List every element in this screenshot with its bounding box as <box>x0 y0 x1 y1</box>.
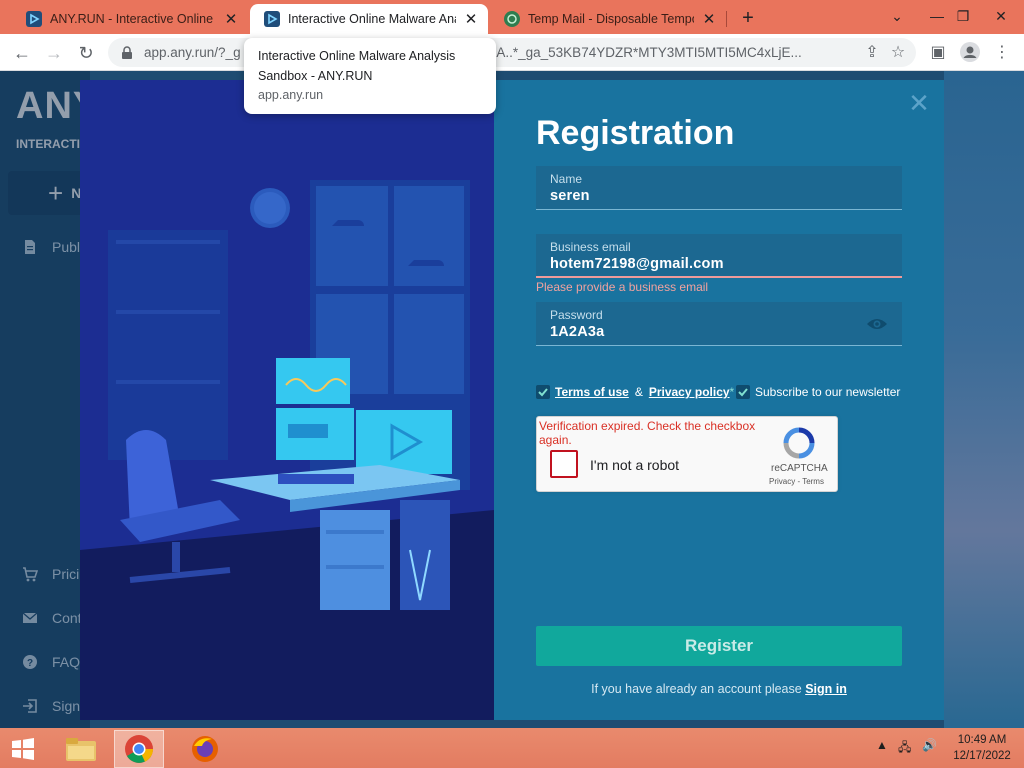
signin-prompt: If you have already an account please Si… <box>494 682 944 696</box>
chrome-taskbar-button[interactable] <box>114 730 164 768</box>
background-graphic <box>944 71 1024 728</box>
terms-checkbox[interactable] <box>536 385 550 399</box>
anyrun-favicon-icon <box>264 11 280 27</box>
profile-icon[interactable] <box>956 38 984 66</box>
tab-title: ANY.RUN - Interactive Online Ma <box>50 12 216 26</box>
new-tab-button[interactable]: + <box>736 6 760 30</box>
address-bar[interactable]: app.any.run/?_g 5MTI5MA..*_ga_53KB74YDZR… <box>108 38 916 67</box>
back-icon[interactable]: ← <box>8 39 36 67</box>
close-tab-icon[interactable]: ✕ <box>222 10 240 28</box>
tab-title: Interactive Online Malware Analy <box>288 12 456 26</box>
tab-interactive-analysis[interactable]: Interactive Online Malware Analy ✕ <box>250 4 488 34</box>
windows-start-icon[interactable] <box>6 734 40 764</box>
signin-text: If you have already an account please <box>591 682 802 696</box>
recaptcha-privacy-terms-link[interactable]: Privacy - Terms <box>769 477 824 486</box>
side-panel-icon[interactable]: ▣ <box>924 38 952 66</box>
registration-form: ✕ Registration Name seren Business email… <box>494 80 944 720</box>
recaptcha-brand: reCAPTCHA <box>771 463 828 474</box>
firefox-taskbar-button[interactable] <box>180 730 230 768</box>
terms-ampersand: & <box>634 385 643 399</box>
close-modal-icon[interactable]: ✕ <box>908 90 930 116</box>
privacy-policy-link[interactable]: Privacy policy <box>649 385 730 399</box>
tab-search-icon[interactable]: ⌄ <box>880 2 914 30</box>
newsletter-checkbox[interactable] <box>736 385 750 399</box>
close-tab-icon[interactable]: ✕ <box>462 10 480 28</box>
lock-icon <box>122 45 132 59</box>
name-label: Name <box>550 172 583 186</box>
name-field[interactable]: Name seren <box>536 166 902 210</box>
reload-icon[interactable]: ↻ <box>72 39 100 67</box>
folder-icon <box>66 738 96 761</box>
show-password-eye-icon[interactable] <box>866 316 888 332</box>
register-button[interactable]: Register <box>536 626 902 666</box>
tab-hover-card: Interactive Online Malware Analysis Sand… <box>244 38 496 114</box>
show-hidden-icons-icon[interactable]: ▲ <box>876 738 888 752</box>
restore-icon[interactable]: ❐ <box>946 2 980 30</box>
tab-separator <box>726 11 727 27</box>
business-email-field[interactable]: Business email hotem72198@gmail.com <box>536 234 902 278</box>
newsletter-label: Subscribe to our newsletter <box>755 385 901 399</box>
clock-time: 10:49 AM <box>957 734 1007 746</box>
email-value: hotem72198@gmail.com <box>550 256 724 272</box>
chrome-icon <box>125 735 154 763</box>
temp-mail-favicon-icon <box>504 11 520 27</box>
firefox-icon <box>192 736 218 762</box>
sign-in-link[interactable]: Sign in <box>805 682 847 696</box>
avatar <box>960 42 980 62</box>
terms-checkbox-row: Terms of use & Privacy policy * <box>536 385 734 399</box>
menu-kebab-icon[interactable]: ⋮ <box>988 38 1016 66</box>
page-title: Registration <box>536 114 735 152</box>
recaptcha-logo-icon <box>783 427 815 459</box>
terms-of-use-link[interactable]: Terms of use <box>555 385 629 399</box>
tab-strip: ANY.RUN - Interactive Online Ma ✕ Intera… <box>0 0 1024 34</box>
close-window-icon[interactable]: ✕ <box>984 2 1018 30</box>
illustration-art <box>80 80 494 720</box>
clock-date: 12/17/2022 <box>953 750 1011 762</box>
close-tab-icon[interactable]: ✕ <box>700 10 718 28</box>
volume-icon[interactable]: 🔊 <box>922 738 937 752</box>
password-label: Password <box>550 308 603 322</box>
workspace-illustration <box>80 80 494 720</box>
system-clock[interactable]: 10:49 AM 12/17/2022 <box>950 732 1014 764</box>
tab-temp-mail[interactable]: Temp Mail - Disposable Tempora ✕ <box>490 4 726 34</box>
bookmark-star-icon[interactable]: ☆ <box>884 38 912 66</box>
email-error-message: Please provide a business email <box>536 280 709 294</box>
file-explorer-taskbar-button[interactable] <box>56 730 106 768</box>
registration-modal: ✕ Registration Name seren Business email… <box>80 80 944 720</box>
email-label: Business email <box>550 240 631 254</box>
network-icon[interactable]: 🖧 <box>898 738 911 759</box>
browser-toolbar: ← → ↻ app.any.run/?_g 5MTI5MA..*_ga_53KB… <box>0 34 1024 71</box>
password-field[interactable]: Password 1A2A3a <box>536 302 902 346</box>
forward-icon[interactable]: → <box>40 39 68 67</box>
page-content: ANY. INTERACTIVE I + N Publ Prici Cont ? … <box>0 71 1024 728</box>
required-mark: * <box>729 385 735 399</box>
tab-anyrun[interactable]: ANY.RUN - Interactive Online Ma ✕ <box>12 4 248 34</box>
password-value: 1A2A3a <box>550 324 605 340</box>
captcha-expired-message: Verification expired. Check the checkbox… <box>539 419 756 447</box>
captcha-label: I'm not a robot <box>590 457 680 473</box>
taskbar: ▲ 🖧 🔊 10:49 AM 12/17/2022 <box>0 728 1024 768</box>
name-value: seren <box>550 188 590 204</box>
share-icon[interactable]: ⇪ <box>858 38 886 66</box>
tab-title: Temp Mail - Disposable Tempora <box>528 12 694 26</box>
recaptcha-widget: Verification expired. Check the checkbox… <box>536 416 838 492</box>
anyrun-favicon-icon <box>26 11 42 27</box>
newsletter-checkbox-row: Subscribe to our newsletter <box>736 385 900 399</box>
captcha-checkbox[interactable] <box>550 450 578 478</box>
hover-card-title: Interactive Online Malware Analysis Sand… <box>258 49 456 83</box>
hover-card-domain: app.any.run <box>258 88 324 102</box>
